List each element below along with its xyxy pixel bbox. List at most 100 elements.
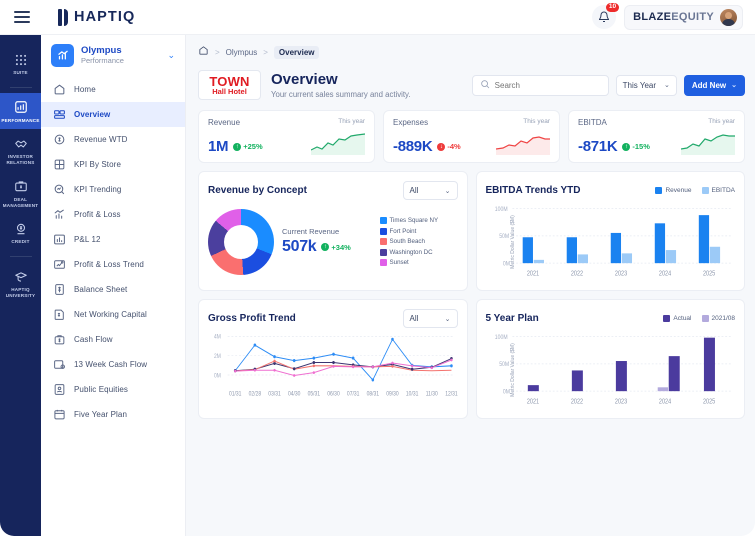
legend-swatch — [379, 227, 387, 235]
chevron-down-icon: ⌄ — [444, 315, 451, 323]
card-header: 5 Year Plan Actual 2021/08 — [486, 308, 736, 329]
search-input[interactable] — [494, 80, 601, 90]
public-equities-icon — [52, 383, 66, 397]
avatar[interactable] — [720, 8, 737, 26]
sidebar-item-kpi-trending[interactable]: KPI Trending — [41, 177, 185, 202]
svg-text:0M: 0M — [502, 261, 509, 268]
gross-profit-line-chart: 4M 2M 0M 01/31 02/28 03/31 04/30 05/31 06/30 07/… — [208, 329, 457, 410]
pl-trend-icon — [52, 258, 66, 272]
stat-card-right: This year — [311, 118, 365, 155]
sidebar-item-revenue-wtd[interactable]: Revenue WTD — [41, 127, 185, 152]
sidebar-item-profit-and-loss[interactable]: Profit & Loss — [41, 202, 185, 227]
x-tick: 12/31 — [445, 391, 457, 398]
legend-item[interactable]: EBITDA — [701, 187, 735, 194]
svg-text:4M: 4M — [214, 334, 221, 341]
page-title-block: Overview Your current sales summary and … — [271, 71, 411, 99]
sidebar-item-label: KPI By Store — [74, 160, 121, 169]
sidebar-item-label: Public Equities — [74, 385, 128, 394]
sidebar-item-cash-flow[interactable]: Cash Flow — [41, 327, 185, 352]
rail-item-performance[interactable]: PERFORMANCE — [0, 92, 41, 130]
sidebar-item-five-year-plan[interactable]: Five Year Plan — [41, 402, 185, 427]
five-year-plan-bar-chart: Metric Dollar Value ($M) 100M 50M 0M 202… — [486, 329, 736, 410]
sidebar-item-label: 13 Week Cash Flow — [74, 360, 148, 369]
legend-item[interactable]: Washington DC — [379, 248, 458, 256]
sidebar-item-overview[interactable]: Overview — [41, 102, 185, 127]
svg-text:0M: 0M — [502, 389, 509, 396]
charts-row-2: Gross Profit Trend All ⌄ 4M 2M 0M 01/31 … — [198, 299, 745, 419]
trend-down-icon: ↓ — [437, 142, 446, 151]
stat-card-right: This year — [496, 118, 550, 155]
rail-item-investor-relations[interactable]: INVESTOR RELATIONS — [0, 129, 41, 171]
legend-item[interactable]: Sunset — [379, 259, 458, 266]
sidebar-item-label: Home — [74, 85, 96, 94]
sidebar-item-home[interactable]: Home — [41, 77, 185, 102]
sidebar: Olympus Performance ⌄ Home Overview Reve… — [41, 35, 186, 536]
overview-icon — [52, 108, 66, 122]
period-select-value: This Year — [622, 80, 657, 90]
rail-item-suite[interactable]: SUITE — [0, 45, 41, 82]
sidebar-item-label: Five Year Plan — [74, 410, 127, 419]
add-new-button[interactable]: Add New ⌄ — [683, 74, 745, 96]
gross-profit-filter-select[interactable]: All ⌄ — [402, 309, 458, 328]
legend-swatch — [379, 238, 387, 245]
sidebar-item-public-equities[interactable]: Public Equities — [41, 377, 185, 402]
gross-profit-chart-svg: 4M 2M 0M 01/31 02/28 03/31 04/30 05/31 06/30 07/… — [214, 334, 457, 398]
sidebar-item-net-working-capital[interactable]: Net Working Capital — [41, 302, 185, 327]
sidebar-item-label: Overview — [74, 110, 111, 119]
home-icon[interactable] — [198, 43, 209, 61]
rail-label: HAPTIQ UNIVERSITY — [5, 287, 36, 298]
donut-center-stats: Current Revenue 507k ↑ +34% — [278, 227, 376, 256]
legend-swatch — [701, 315, 709, 322]
legend-item[interactable]: Times Square NY — [379, 217, 458, 224]
sidebar-item-balance-sheet[interactable]: Balance Sheet — [41, 277, 185, 302]
top-bar: HAPTIQ 10 BLAZEEQUITY — [0, 0, 755, 35]
legend-item[interactable]: Actual — [663, 315, 692, 322]
search-icon — [480, 76, 490, 94]
sidebar-item-pl-12[interactable]: P&L 12 — [41, 227, 185, 252]
card-five-year-plan: 5 Year Plan Actual 2021/08 Metric Dollar… — [475, 299, 745, 419]
search-box[interactable] — [471, 74, 609, 96]
menu-toggle-icon[interactable] — [14, 11, 30, 23]
stat-value-row: -871K ↑ -15% — [578, 138, 650, 155]
trend-up-icon: ↑ — [321, 243, 330, 251]
card-ebitda-trends: EBITDA Trends YTD Revenue EBITDA Metric … — [475, 171, 745, 291]
card-header: Revenue by Concept All ⌄ — [208, 180, 458, 201]
account-menu[interactable]: BLAZEEQUITY — [624, 4, 743, 30]
stat-value-row: -889K ↓ -4% — [393, 138, 461, 155]
sidebar-item-13-week-cash-flow[interactable]: 13 Week Cash Flow — [41, 352, 185, 377]
breadcrumb-item-overview[interactable]: Overview — [273, 45, 320, 59]
five-year-plan-chart-svg: 100M50M0M 2021 2022 2023 2024 2025 — [494, 334, 733, 406]
chevron-down-icon[interactable]: ⌄ — [167, 50, 175, 61]
page-title: Overview — [271, 70, 338, 88]
legend-swatch — [379, 217, 387, 224]
sidebar-workspace-text: Olympus Performance — [81, 45, 124, 66]
donut-legend: Times Square NY Fort Point South Beach W… — [379, 217, 458, 266]
sidebar-workspace-switcher[interactable]: Olympus Performance ⌄ — [41, 35, 185, 75]
sidebar-item-label: Balance Sheet — [74, 285, 128, 294]
svg-text:50M: 50M — [499, 234, 509, 241]
rail-divider — [9, 256, 32, 258]
rail-item-credit[interactable]: CREDIT — [0, 214, 41, 251]
legend-item[interactable]: Fort Point — [379, 227, 458, 235]
legend-item[interactable]: 2021/08 — [701, 315, 735, 322]
gross-profit-filter-value: All — [409, 314, 419, 323]
legend-label: Actual — [673, 315, 692, 322]
trend-up-icon: ↑ — [233, 142, 242, 151]
legend-item[interactable]: South Beach — [379, 238, 458, 245]
rail-label: DEAL MANAGEMENT — [2, 196, 39, 208]
sidebar-item-profit-and-loss-trend[interactable]: Profit & Loss Trend — [41, 252, 185, 277]
breadcrumb-item-olympus[interactable]: Olympus — [226, 48, 258, 57]
handshake-icon — [13, 136, 28, 151]
x-tick: 02/28 — [249, 391, 261, 398]
x-tick: 2024 — [658, 270, 671, 278]
legend-item[interactable]: Revenue — [655, 187, 692, 194]
period-select[interactable]: This Year ⌄ — [615, 74, 677, 96]
sidebar-item-kpi-by-store[interactable]: KPI By Store — [41, 152, 185, 177]
rail-item-deal-management[interactable]: DEAL MANAGEMENT — [0, 172, 41, 214]
chevron-down-icon: ⌄ — [731, 82, 737, 89]
rail-item-haptiq-university[interactable]: HAPTIQ UNIVERSITY — [0, 262, 41, 304]
stat-delta: -4% — [447, 142, 461, 151]
balance-sheet-icon — [52, 283, 66, 297]
concept-filter-select[interactable]: All ⌄ — [402, 181, 458, 200]
notifications-button[interactable]: 10 — [592, 3, 620, 29]
